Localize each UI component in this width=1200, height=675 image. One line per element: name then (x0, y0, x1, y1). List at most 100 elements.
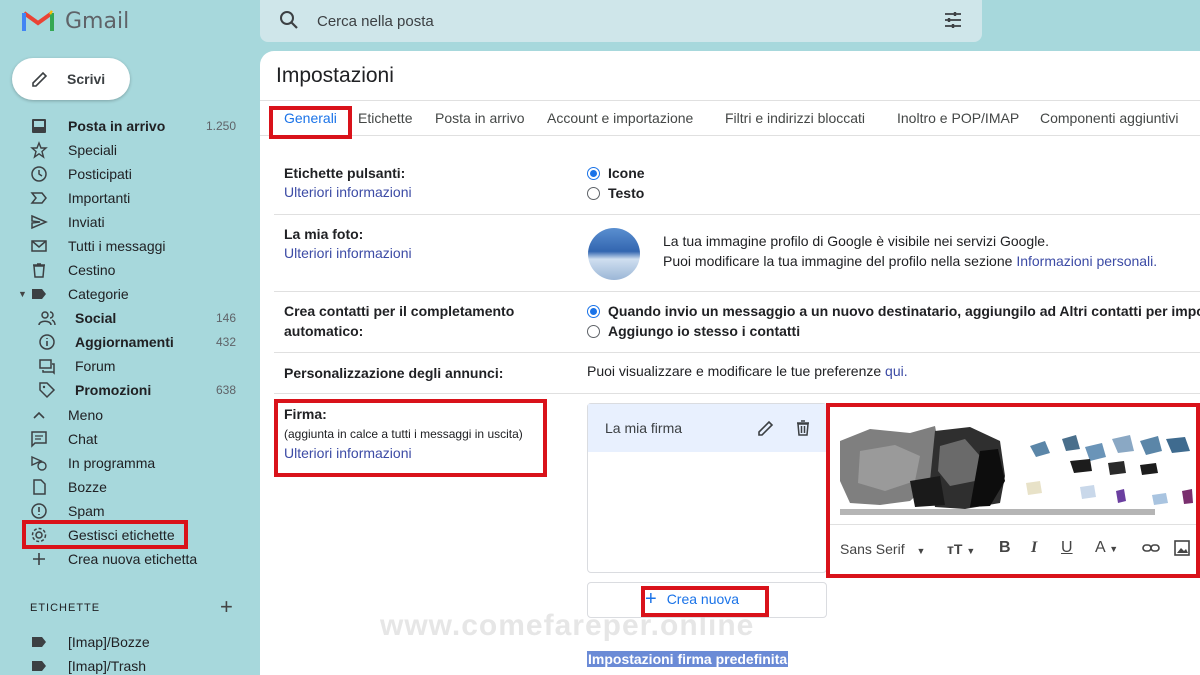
signature-editor[interactable]: Sans Serif ▼ тT ▼ B I U A ▼ (830, 406, 1200, 576)
signature-label: Firma: (284, 406, 327, 422)
plus-icon (30, 550, 48, 568)
app-name: Gmail (65, 8, 130, 34)
auto-contacts-label-1: Crea contatti per il completamento (284, 303, 515, 319)
compose-button[interactable]: Scrivi (12, 58, 130, 100)
my-photo-row: La mia foto: Ulteriori informazioni La t… (274, 215, 1200, 292)
button-labels-row: Etichette pulsanti: Ulteriori informazio… (274, 155, 1200, 215)
tab-inbox[interactable]: Posta in arrivo (435, 110, 524, 126)
underline-icon[interactable]: U (1061, 539, 1073, 557)
auto-contacts-row: Crea contatti per il completamento autom… (274, 292, 1200, 353)
chat-icon (30, 430, 48, 448)
star-icon (30, 141, 48, 159)
edit-icon[interactable] (756, 418, 776, 438)
important-icon (30, 189, 48, 207)
compose-label: Scrivi (67, 71, 106, 87)
gmail-logo[interactable]: Gmail (22, 6, 129, 36)
sidebar-item-promotions[interactable]: Promozioni 638 (0, 378, 258, 402)
tab-addons[interactable]: Componenti aggiuntivi (1040, 110, 1179, 126)
tune-icon[interactable] (942, 9, 964, 31)
font-select[interactable]: Sans Serif ▼ (840, 541, 925, 557)
sidebar-item-snoozed[interactable]: Posticipati (0, 162, 258, 186)
info-icon (38, 333, 56, 351)
gmail-icon (22, 10, 54, 31)
ads-label: Personalizzazione degli annunci: (284, 365, 504, 381)
send-icon (30, 213, 48, 231)
search-icon[interactable] (278, 9, 300, 31)
settings-tabs: Generali Etichette Posta in arrivo Accou… (260, 100, 1200, 136)
signature-note: (aggiunta in calce a tutti i messaggi in… (284, 427, 523, 441)
caret-down-icon[interactable]: ▼ (18, 289, 27, 299)
default-signature-heading: Impostazioni firma predefinita (587, 651, 789, 667)
sidebar-item-starred[interactable]: Speciali (0, 138, 258, 162)
text-color-icon[interactable]: A ▼ (1095, 539, 1118, 557)
sidebar-item-chat[interactable]: Chat (0, 427, 258, 451)
sidebar-item-categories[interactable]: ▼ Categorie (0, 282, 258, 306)
radio-unselected-icon (587, 186, 600, 200)
italic-icon[interactable]: I (1031, 539, 1037, 557)
avatar[interactable] (588, 228, 640, 280)
tab-general[interactable]: Generali (284, 110, 337, 126)
sidebar-item-all-mail[interactable]: Tutti i messaggi (0, 234, 258, 258)
ads-text: Puoi visualizzare e modificare le tue pr… (587, 363, 908, 379)
tab-accounts[interactable]: Account e importazione (547, 110, 693, 126)
radio-icons[interactable]: Icone (587, 163, 645, 183)
tab-forwarding[interactable]: Inoltro e POP/IMAP (897, 110, 1019, 126)
sidebar-item-less[interactable]: Meno (0, 403, 258, 427)
search-bar[interactable]: Cerca nella posta (260, 0, 982, 42)
tab-filters[interactable]: Filtri e indirizzi bloccati (725, 110, 865, 126)
clock-icon (30, 165, 48, 183)
bold-icon[interactable]: B (999, 539, 1011, 557)
signature-learn-more[interactable]: Ulteriori informazioni (284, 445, 412, 461)
label-item-imap-drafts[interactable]: [Imap]/Bozze (0, 630, 258, 654)
sidebar-item-create-label[interactable]: Crea nuova etichetta (0, 547, 258, 571)
radio-selected-icon (587, 304, 600, 318)
sidebar-item-inbox[interactable]: Posta in arrivo 1.250 (0, 114, 258, 138)
label-icon (30, 633, 48, 651)
chevron-up-icon (30, 406, 48, 424)
labels-heading: ETICHETTE (30, 602, 101, 614)
delete-icon[interactable] (793, 418, 813, 438)
sidebar-item-drafts[interactable]: Bozze (0, 475, 258, 499)
people-icon (38, 309, 56, 327)
settings-panel: Impostazioni Generali Etichette Posta in… (260, 51, 1200, 675)
label-icon (30, 657, 48, 675)
button-labels-label: Etichette pulsanti: (284, 165, 406, 181)
forum-icon (38, 357, 56, 375)
sidebar-item-scheduled[interactable]: In programma (0, 451, 258, 475)
my-photo-text-2: Puoi modificare la tua immagine del prof… (663, 253, 1158, 269)
add-label-icon[interactable]: + (220, 596, 233, 618)
sidebar-item-spam[interactable]: Spam (0, 499, 258, 523)
sidebar-item-manage-labels[interactable]: Gestisci etichette (0, 523, 258, 547)
tab-labels[interactable]: Etichette (358, 110, 412, 126)
search-input[interactable]: Cerca nella posta (317, 13, 434, 30)
sidebar-item-social[interactable]: Social 146 (0, 306, 258, 330)
radio-manual-add[interactable]: Aggiungo io stesso i contatti (587, 321, 800, 341)
personal-info-link[interactable]: Informazioni personali. (1016, 253, 1157, 269)
image-icon[interactable] (1172, 538, 1192, 561)
mail-icon (30, 237, 48, 255)
scheduled-icon (30, 454, 48, 472)
sidebar-item-forums[interactable]: Forum (0, 354, 258, 378)
radio-unselected-icon (587, 324, 600, 338)
watermark: www.comefareper.online (380, 609, 755, 642)
sidebar-item-sent[interactable]: Inviati (0, 210, 258, 234)
ads-link[interactable]: qui. (885, 363, 908, 379)
my-photo-learn-more[interactable]: Ulteriori informazioni (284, 245, 412, 261)
button-labels-learn-more[interactable]: Ulteriori informazioni (284, 184, 412, 200)
auto-contacts-label-2: automatico: (284, 323, 364, 339)
link-icon[interactable] (1141, 538, 1161, 561)
inbox-icon (30, 117, 48, 135)
radio-selected-icon (587, 166, 600, 180)
signature-item[interactable]: La mia firma (588, 404, 826, 452)
spam-icon (30, 502, 48, 520)
label-item-imap-trash[interactable]: [Imap]/Trash (0, 654, 258, 675)
label-icon (30, 285, 48, 303)
signature-list: La mia firma (587, 403, 827, 573)
sidebar-item-important[interactable]: Importanti (0, 186, 258, 210)
radio-text[interactable]: Testo (587, 183, 644, 203)
sidebar-item-updates[interactable]: Aggiornamenti 432 (0, 330, 258, 354)
my-photo-label: La mia foto: (284, 226, 364, 242)
radio-auto-add[interactable]: Quando invio un messaggio a un nuovo des… (587, 301, 1200, 321)
text-size-icon[interactable]: тT ▼ (947, 541, 975, 557)
sidebar-item-trash[interactable]: Cestino (0, 258, 258, 282)
